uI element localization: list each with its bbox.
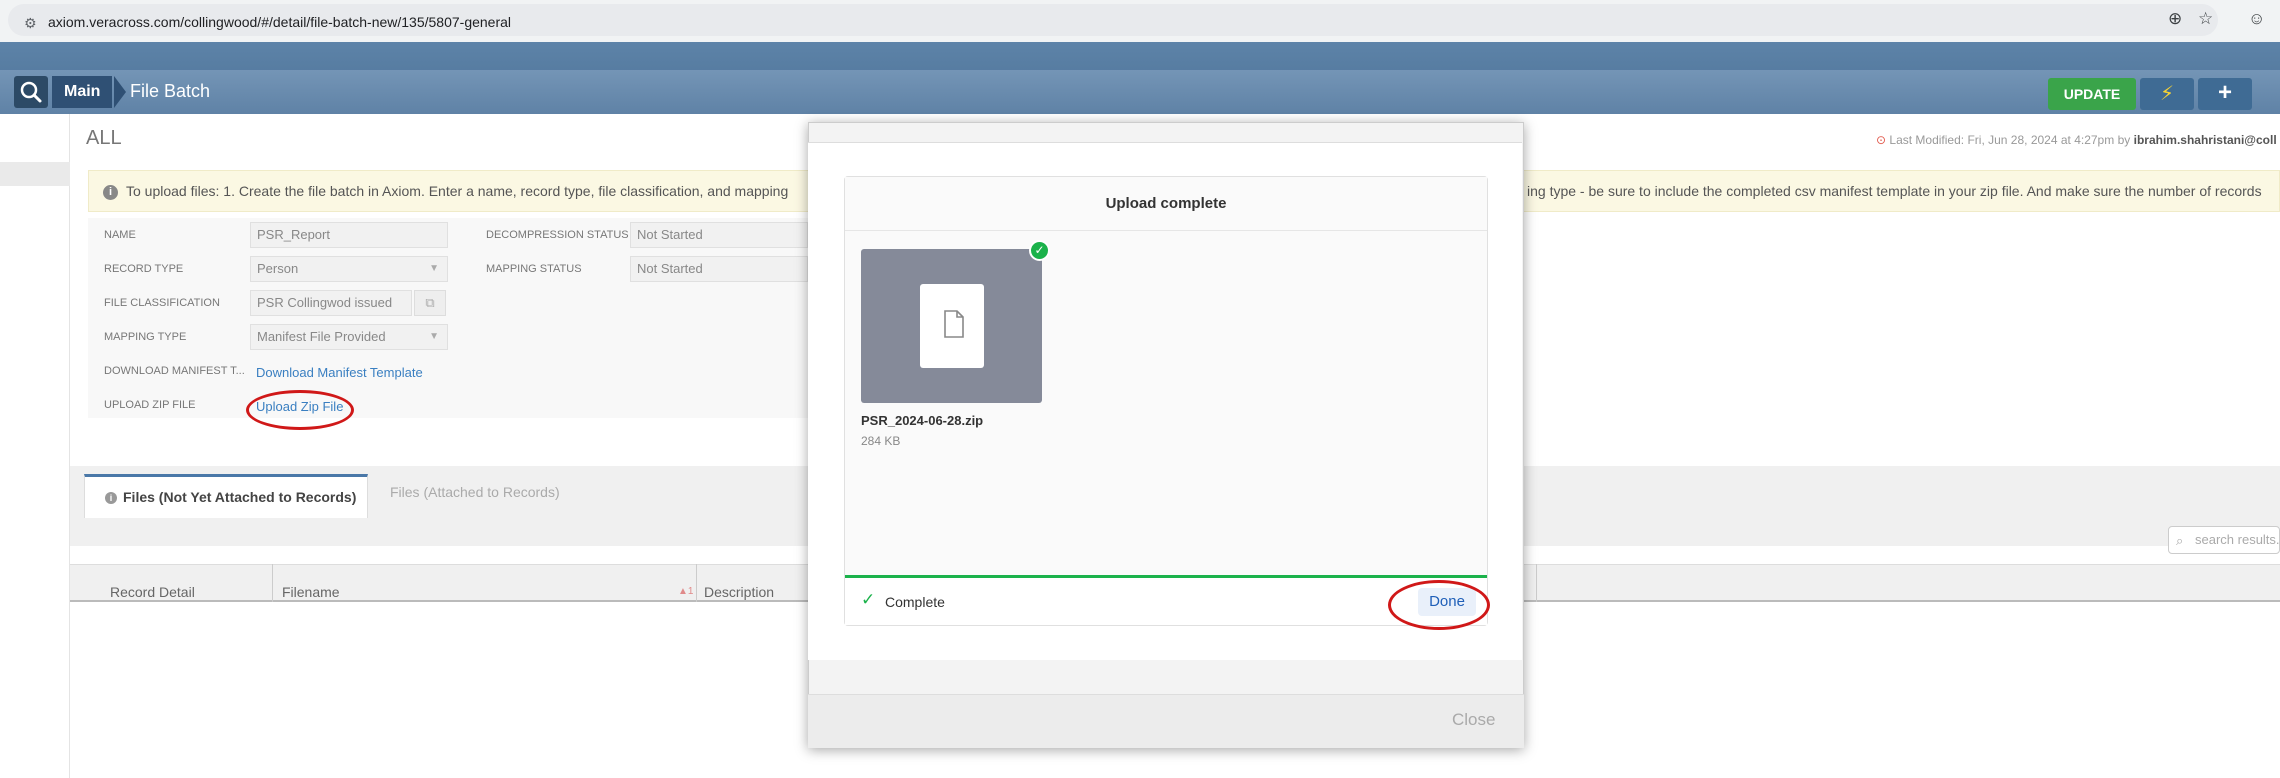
record-type-select[interactable]: Person ▼	[250, 256, 448, 282]
profile-icon[interactable]: ☺	[2248, 9, 2265, 29]
search-button[interactable]	[14, 76, 48, 108]
zoom-icon[interactable]: ⊕	[2168, 9, 2182, 29]
info-icon: i	[105, 492, 117, 504]
clock-icon: ⊙	[1876, 133, 1887, 147]
header-stripe	[0, 70, 2280, 114]
mapping-status-label: MAPPING STATUS	[486, 263, 582, 275]
chevron-down-icon: ▼	[429, 331, 439, 342]
bookmark-star-icon[interactable]: ☆	[2198, 9, 2213, 29]
mapping-type-select[interactable]: Manifest File Provided ▼	[250, 324, 448, 350]
record-type-label: RECORD TYPE	[104, 263, 184, 275]
record-title: ALL	[86, 127, 122, 149]
alert-text-right: ing type - be sure to include the comple…	[1527, 183, 2262, 199]
page-title: File Batch	[130, 81, 211, 101]
annotation-circle-done	[1388, 580, 1490, 630]
tab-files-attached[interactable]: Files (Attached to Records)	[390, 484, 560, 500]
download-manifest-link[interactable]: Download Manifest Template	[256, 365, 423, 380]
download-manifest-label: DOWNLOAD MANIFEST T...	[104, 365, 245, 377]
site-info-icon[interactable]: ⚙	[24, 15, 37, 32]
file-classification-label: FILE CLASSIFICATION	[104, 297, 220, 309]
breadcrumb-arrow	[114, 76, 126, 108]
sidebar-selected-item[interactable]	[0, 162, 70, 186]
checkmark-icon: ✓	[861, 590, 876, 609]
column-divider	[1536, 564, 1537, 602]
search-icon	[20, 81, 42, 103]
update-button[interactable]: UPDATE	[2048, 78, 2136, 110]
file-name: PSR_2024-06-28.zip	[861, 413, 984, 428]
sort-indicator: ▲1	[678, 586, 694, 597]
add-button[interactable]: +	[2198, 78, 2252, 110]
mapping-status-field: Not Started	[630, 256, 808, 282]
breadcrumb-main[interactable]: Main	[52, 76, 113, 108]
uploader-title: Upload complete	[845, 177, 1487, 231]
external-link-icon: ⧉	[425, 295, 435, 310]
annotation-circle-upload	[246, 390, 354, 430]
file-outline-icon	[944, 310, 964, 338]
info-icon: i	[103, 184, 118, 200]
file-classification-field[interactable]: PSR Collingwod issued	[250, 290, 412, 316]
app-header: Main File Batch UPDATE ⚡ +	[0, 42, 2280, 114]
column-filename[interactable]: Filename	[282, 584, 340, 600]
chevron-down-icon: ▼	[429, 263, 439, 274]
upload-zip-label: UPLOAD ZIP FILE	[104, 399, 196, 411]
name-field[interactable]: PSR_Report	[250, 222, 448, 248]
column-divider	[272, 564, 273, 602]
browser-toolbar: ⚙ axiom.veracross.com/collingwood/#/deta…	[0, 0, 2280, 42]
plus-icon: +	[2217, 79, 2232, 106]
column-divider	[696, 564, 697, 602]
search-icon: ⌕	[2176, 533, 2184, 548]
column-record-detail[interactable]: Record Detail	[110, 584, 195, 600]
last-modified: ⊙ Last Modified: Fri, Jun 28, 2024 at 4:…	[1876, 133, 2277, 147]
search-results-input[interactable]: ⌕ search results...	[2168, 526, 2280, 554]
close-button[interactable]: Close	[1452, 710, 1495, 730]
lightning-icon: ⚡	[2159, 83, 2175, 105]
file-icon	[943, 309, 965, 346]
open-link-button[interactable]: ⧉	[414, 290, 446, 316]
url-text[interactable]: axiom.veracross.com/collingwood/#/detail…	[48, 14, 511, 30]
upload-success-check-icon: ✓	[1029, 240, 1050, 261]
alert-text: To upload files: 1. Create the file batc…	[126, 183, 789, 199]
modal-footer	[808, 694, 1524, 748]
column-description[interactable]: Description	[704, 584, 774, 600]
file-size: 284 KB	[861, 434, 901, 448]
form-panel	[88, 218, 808, 418]
address-bar[interactable]: ⚙ axiom.veracross.com/collingwood/#/deta…	[8, 4, 2218, 36]
decompression-status-field: Not Started	[630, 222, 808, 248]
quick-actions-button[interactable]: ⚡	[2140, 78, 2194, 110]
name-label: NAME	[104, 229, 136, 241]
upload-status-text: Complete	[885, 594, 945, 610]
tab-files-not-attached[interactable]: i Files (Not Yet Attached to Records)	[84, 474, 368, 518]
left-sidebar	[0, 114, 70, 778]
decompression-status-label: DECOMPRESSION STATUS	[486, 229, 629, 241]
mapping-type-label: MAPPING TYPE	[104, 331, 187, 343]
